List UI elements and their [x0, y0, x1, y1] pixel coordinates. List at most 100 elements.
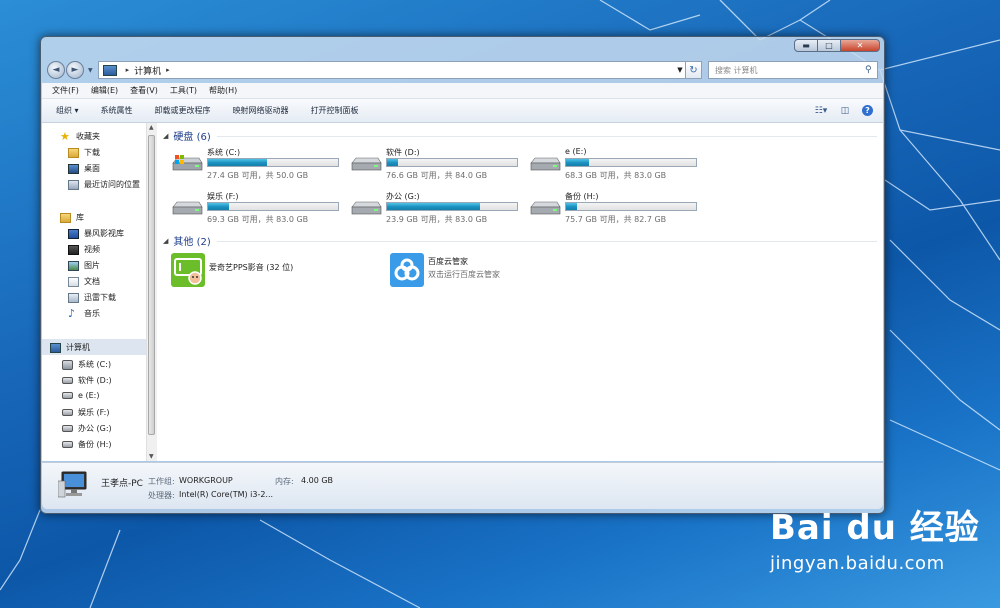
drive-c-tile[interactable]: 系统 (C:) 27.4 GB 可用，共 50.0 GB — [171, 147, 341, 187]
desktop-icon — [68, 163, 79, 174]
search-input[interactable]: 搜索 计算机 ⚲ — [708, 61, 878, 79]
close-button[interactable]: ✕ — [840, 39, 880, 52]
menu-view[interactable]: 查看(V) — [130, 85, 158, 96]
menu-file[interactable]: 文件(F) — [52, 85, 79, 96]
hard-drive-icon — [351, 201, 382, 215]
address-dropdown-icon[interactable]: ▼ — [675, 66, 685, 74]
drive-d-tile[interactable]: 软件 (D:) 76.6 GB 可用，共 84.0 GB — [350, 147, 520, 187]
download-library-icon — [68, 292, 79, 303]
sidebar-item-drive-c[interactable]: 系统 (C:) — [62, 359, 111, 370]
sidebar-group-label: 计算机 — [66, 343, 90, 352]
map-network-drive-button[interactable]: 映射网络驱动器 — [233, 105, 289, 116]
organize-button[interactable]: 组织 ▾ — [56, 105, 79, 116]
preview-pane-icon[interactable]: ◫ — [838, 105, 852, 117]
search-placeholder: 搜索 计算机 — [715, 65, 758, 75]
recent-pages-dropdown-icon[interactable]: ▼ — [88, 67, 93, 74]
video-library-icon — [68, 228, 79, 239]
drive-name: 系统 (C:) — [207, 148, 241, 157]
breadcrumb-separator-icon[interactable]: ▸ — [166, 66, 170, 74]
scroll-up-icon[interactable]: ▲ — [149, 124, 154, 131]
sidebar-item-drive-e[interactable]: e (E:) — [62, 391, 99, 400]
system-drive-icon — [62, 359, 73, 370]
baidu-cloud-app-tile[interactable]: 百度云管家 双击运行百度云管家 — [390, 253, 500, 287]
back-button[interactable]: ◄ — [47, 61, 65, 79]
libraries-group[interactable]: 库 — [60, 212, 84, 223]
drive-space-info: 68.3 GB 可用，共 83.0 GB — [565, 171, 667, 180]
minimize-button[interactable]: ▬ — [794, 39, 818, 52]
breadcrumb-separator-icon[interactable]: ▸ — [126, 66, 130, 74]
sidebar-item-label: 视频 — [84, 245, 100, 254]
menu-tools[interactable]: 工具(T) — [170, 85, 197, 96]
sidebar-item-drive-h[interactable]: 备份 (H:) — [62, 439, 112, 450]
sidebar-item-thunder-downloads[interactable]: 迅雷下载 — [68, 292, 116, 303]
processor-value: Intel(R) Core(TM) i3-2... — [179, 490, 274, 499]
open-control-panel-button[interactable]: 打开控制面板 — [311, 105, 359, 116]
hard-drive-icon — [172, 201, 203, 215]
computer-group[interactable]: 计算机 — [50, 342, 90, 353]
drive-space-info: 69.3 GB 可用，共 83.0 GB — [207, 215, 309, 224]
sidebar-item-baofeng-library[interactable]: 暴风影视库 — [68, 228, 124, 239]
sidebar-item-drive-d[interactable]: 软件 (D:) — [62, 375, 112, 386]
computer-icon — [58, 471, 87, 498]
baidu-logo: Bai du 经验 — [770, 508, 980, 548]
drive-usage-fill — [566, 159, 589, 166]
navigation-pane-scrollbar[interactable]: ▲ ▼ — [146, 123, 157, 461]
drive-usage-fill — [208, 203, 230, 210]
drive-e-tile[interactable]: e (E:) 68.3 GB 可用，共 83.0 GB — [529, 147, 699, 187]
sidebar-item-desktop[interactable]: 桌面 — [68, 163, 100, 174]
maximize-button[interactable]: □ — [817, 39, 841, 52]
sidebar-item-label: 娱乐 (F:) — [78, 408, 110, 417]
scroll-down-icon[interactable]: ▼ — [149, 453, 154, 460]
drive-g-tile[interactable]: 办公 (G:) 23.9 GB 可用，共 83.0 GB — [350, 191, 520, 231]
sidebar-item-recent-places[interactable]: 最近访问的位置 — [68, 179, 140, 190]
drive-icon — [62, 441, 73, 448]
sidebar-item-downloads[interactable]: 下载 — [68, 147, 100, 158]
caption-buttons: ▬ □ ✕ — [794, 39, 880, 52]
drive-usage-bar — [386, 158, 518, 167]
search-icon[interactable]: ⚲ — [865, 65, 877, 75]
baidu-jingyan-watermark: Bai du 经验 jingyan.baidu.com — [770, 500, 980, 574]
collapse-triangle-icon[interactable]: ◢ — [163, 237, 168, 245]
star-icon: ★ — [60, 129, 70, 143]
system-properties-button[interactable]: 系统属性 — [101, 105, 133, 116]
sidebar-item-documents[interactable]: 文档 — [68, 276, 100, 287]
breadcrumb-computer[interactable]: 计算机 — [134, 64, 161, 77]
drive-f-tile[interactable]: 娱乐 (F:) 69.3 GB 可用，共 83.0 GB — [171, 191, 341, 231]
sidebar-item-label: 音乐 — [84, 309, 100, 318]
forward-button[interactable]: ► — [66, 61, 84, 79]
menu-edit[interactable]: 编辑(E) — [91, 85, 118, 96]
refresh-button[interactable]: ↻ — [686, 61, 702, 79]
uninstall-program-button[interactable]: 卸载或更改程序 — [155, 105, 211, 116]
favorites-group[interactable]: ★ 收藏夹 — [60, 131, 100, 142]
sidebar-item-label: 桌面 — [84, 164, 100, 173]
other-group-header[interactable]: ◢ 其他 (2) — [163, 233, 211, 249]
sidebar-item-videos[interactable]: 视频 — [68, 244, 100, 255]
scrollbar-thumb[interactable] — [148, 135, 155, 435]
drive-space-info: 76.6 GB 可用，共 84.0 GB — [386, 171, 488, 180]
computer-name: 王孝点-PC — [101, 479, 143, 489]
back-arrow-icon: ◄ — [52, 65, 60, 75]
help-icon[interactable]: ? — [862, 105, 873, 116]
app-name: 百度云管家 — [428, 257, 468, 266]
drive-icon — [62, 409, 73, 416]
sidebar-item-drive-f[interactable]: 娱乐 (F:) — [62, 407, 109, 418]
iqiyi-pps-app-tile[interactable]: 爱奇艺PPS影音 (32 位) — [171, 253, 293, 287]
hard-disks-group-header[interactable]: ◢ 硬盘 (6) — [163, 128, 211, 144]
address-bar[interactable]: ▸ 计算机 ▸ ▼ — [97, 61, 686, 79]
sidebar-item-pictures[interactable]: 图片 — [68, 260, 100, 271]
library-icon — [60, 212, 71, 223]
file-view: ◢ 硬盘 (6) 系统 (C:) 27.4 GB 可用，共 50.0 GB 软件… — [157, 123, 883, 461]
collapse-triangle-icon[interactable]: ◢ — [163, 132, 168, 140]
sidebar-item-music[interactable]: ♪ 音乐 — [68, 308, 100, 319]
sidebar-item-drive-g[interactable]: 办公 (G:) — [62, 423, 112, 434]
drive-h-tile[interactable]: 备份 (H:) 75.7 GB 可用，共 82.7 GB — [529, 191, 699, 231]
drive-usage-fill — [387, 159, 399, 166]
group-divider — [217, 241, 877, 242]
menu-help[interactable]: 帮助(H) — [209, 85, 237, 96]
sidebar-group-label: 收藏夹 — [76, 132, 100, 141]
sidebar-item-label: 图片 — [84, 261, 100, 270]
windows-system-drive-icon — [172, 155, 203, 171]
drive-icon — [62, 425, 73, 432]
change-view-icon[interactable]: ☷▾ — [814, 105, 828, 117]
drive-space-info: 75.7 GB 可用，共 82.7 GB — [565, 215, 667, 224]
